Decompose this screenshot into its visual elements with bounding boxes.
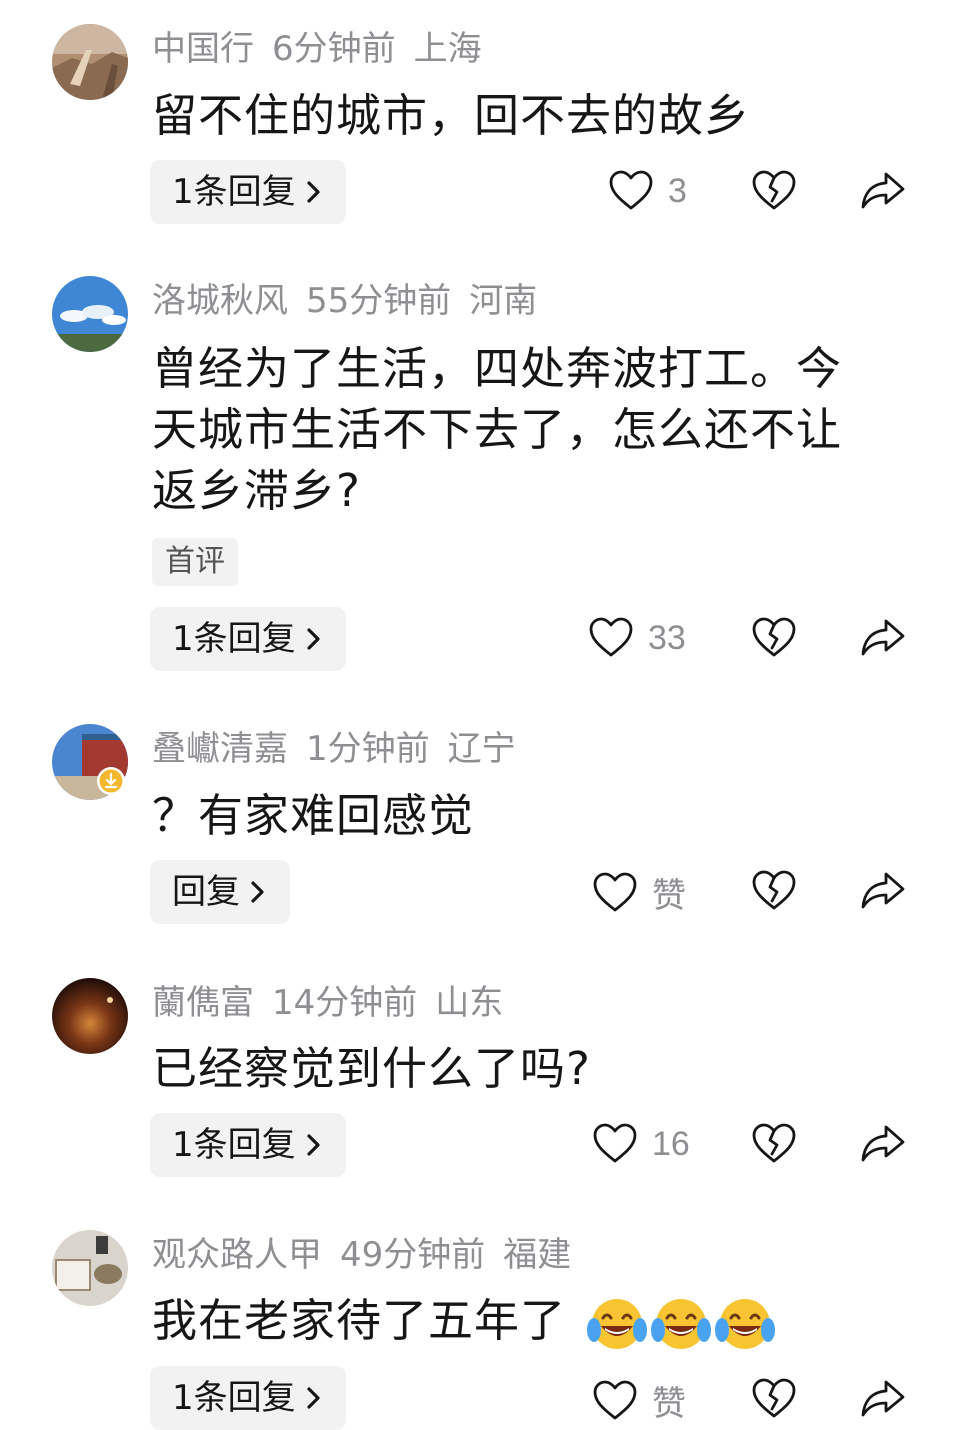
chevron-right-icon: [251, 881, 264, 903]
dislike-button[interactable]: [751, 615, 797, 661]
comment-text: ？有家难回感觉: [152, 789, 475, 842]
broken-heart-icon: [752, 617, 796, 657]
timestamp: 14分钟前: [272, 983, 418, 1023]
chevron-right-icon: [307, 181, 320, 203]
tears-of-joy-emoji: [651, 1299, 712, 1349]
avatar[interactable]: [52, 24, 128, 100]
comment-meta: 洛城秋风 55分钟前 河南: [152, 278, 555, 324]
comment-meta: 叠巘清嘉 1分钟前 辽宁: [152, 726, 534, 772]
reply-label: 回复: [172, 872, 240, 912]
heart-outline-icon: [589, 617, 633, 657]
share-arrow-icon: [861, 172, 905, 209]
username[interactable]: 叠巘清嘉: [152, 729, 288, 769]
comment-text: 留不住的城市，回不去的故乡: [152, 89, 751, 142]
like-button[interactable]: 赞: [592, 868, 686, 917]
share-button[interactable]: [860, 168, 906, 214]
heart-outline-icon: [593, 1123, 637, 1163]
avatar[interactable]: [52, 978, 128, 1054]
broken-heart-icon: [752, 170, 796, 210]
location: 上海: [413, 29, 482, 69]
heart-outline-icon: [593, 872, 637, 911]
share-arrow-icon: [861, 1380, 905, 1417]
timestamp: 6分钟前: [272, 29, 396, 69]
broken-heart-icon: [752, 870, 796, 910]
emoji-group: [570, 1294, 777, 1349]
dislike-button[interactable]: [751, 1121, 797, 1167]
chevron-right-icon: [307, 1387, 320, 1409]
reply-label: 1条回复: [172, 172, 296, 212]
verified-badge-icon: [97, 767, 125, 795]
share-arrow-icon: [861, 1125, 905, 1162]
like-count: 赞: [652, 877, 686, 915]
comment-meta: 蘭儁富 14分钟前 山东: [152, 980, 521, 1026]
timestamp: 49分钟前: [340, 1235, 486, 1275]
like-count: 赞: [652, 1385, 686, 1423]
location: 福建: [503, 1235, 572, 1275]
reply-button[interactable]: 回复: [150, 860, 290, 924]
reply-label: 1条回复: [172, 1378, 296, 1418]
dislike-button[interactable]: [751, 868, 797, 914]
share-button[interactable]: [860, 1376, 906, 1422]
avatar[interactable]: [52, 1230, 128, 1306]
like-count: 16: [652, 1124, 690, 1163]
dislike-button[interactable]: [751, 1376, 797, 1422]
heart-outline-icon: [609, 170, 653, 210]
share-arrow-icon: [861, 872, 905, 909]
reply-label: 1条回复: [172, 1125, 296, 1165]
comment-text: 我在老家待了五年了: [152, 1290, 892, 1354]
share-button[interactable]: [860, 615, 906, 661]
username[interactable]: 蘭儁富: [152, 983, 254, 1023]
avatar[interactable]: [52, 276, 128, 352]
share-arrow-icon: [861, 619, 905, 656]
username[interactable]: 观众路人甲: [152, 1235, 322, 1275]
comment-text-body: 我在老家待了五年了: [152, 1294, 567, 1347]
location: 河南: [469, 281, 538, 321]
tears-of-joy-emoji: [587, 1299, 648, 1349]
like-count: 33: [648, 618, 686, 657]
comment-meta: 观众路人甲 49分钟前 福建: [152, 1232, 589, 1278]
username[interactable]: 洛城秋风: [152, 281, 288, 321]
location: 辽宁: [447, 729, 516, 769]
dislike-button[interactable]: [751, 168, 797, 214]
chevron-right-icon: [307, 1134, 320, 1156]
share-button[interactable]: [860, 1121, 906, 1167]
timestamp: 1分钟前: [306, 729, 430, 769]
username[interactable]: 中国行: [152, 29, 254, 69]
timestamp: 55分钟前: [306, 281, 452, 321]
broken-heart-icon: [752, 1123, 796, 1163]
like-button[interactable]: 33: [588, 615, 686, 661]
like-count: 3: [668, 171, 687, 210]
reply-button[interactable]: 1条回复: [150, 160, 346, 224]
comment-meta: 中国行 6分钟前 上海: [152, 26, 500, 72]
like-button[interactable]: 16: [592, 1121, 690, 1167]
share-button[interactable]: [860, 868, 906, 914]
reply-button[interactable]: 1条回复: [150, 1113, 346, 1177]
chevron-right-icon: [307, 628, 320, 650]
like-button[interactable]: 赞: [592, 1376, 686, 1425]
tears-of-joy-emoji: [715, 1299, 776, 1349]
heart-outline-icon: [593, 1380, 637, 1419]
reply-button[interactable]: 1条回复: [150, 1366, 346, 1430]
comment-text: 已经察觉到什么了吗?: [152, 1042, 591, 1095]
first-comment-badge: 首评: [152, 538, 238, 586]
broken-heart-icon: [752, 1378, 796, 1418]
reply-button[interactable]: 1条回复: [150, 607, 346, 671]
location: 山东: [435, 983, 504, 1023]
comment-text: 曾经为了生活，四处奔波打工。今天城市生活不下去了，怎么还不让返乡滞乡?: [152, 342, 843, 517]
reply-label: 1条回复: [172, 619, 296, 659]
like-button[interactable]: 3: [608, 168, 687, 214]
